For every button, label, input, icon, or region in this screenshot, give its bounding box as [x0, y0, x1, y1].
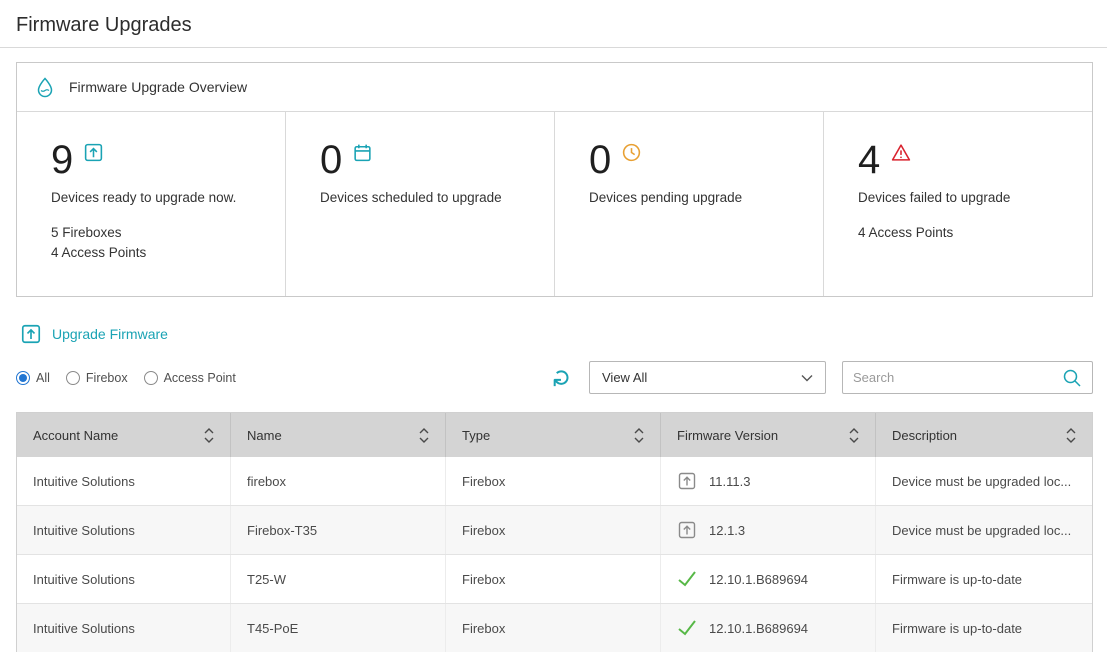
upload-icon — [20, 323, 42, 345]
cell-account-name: Intuitive Solutions — [17, 506, 231, 554]
stat-failed-value: 4 — [858, 140, 880, 180]
upload-icon — [83, 142, 104, 163]
cell-device-name: T45-PoE — [231, 604, 446, 652]
firmware-version-text: 12.10.1.B689694 — [709, 621, 808, 636]
sort-icon — [419, 428, 429, 443]
upload-icon — [677, 471, 697, 491]
warning-icon — [890, 142, 912, 163]
cell-firmware-version: 12.10.1.B689694 — [661, 604, 876, 652]
water-drop-icon — [35, 76, 55, 98]
device-type-filters: All Firebox Access Point — [16, 371, 236, 385]
radio-access-point-circle — [144, 371, 158, 385]
column-header-description[interactable]: Description — [876, 413, 1092, 457]
stat-ready-to-upgrade: 9 Devices ready to upgrade now. 5 Firebo… — [17, 112, 286, 296]
column-header-name[interactable]: Name — [231, 413, 446, 457]
stat-scheduled: 0 Devices scheduled to upgrade — [286, 112, 555, 296]
firmware-version-text: 12.10.1.B689694 — [709, 572, 808, 587]
firmware-version-text: 12.1.3 — [709, 523, 745, 538]
refresh-icon[interactable]: ↻ — [551, 367, 575, 387]
clock-icon — [621, 142, 642, 163]
stat-failed-label: Devices failed to upgrade — [858, 190, 1072, 205]
column-header-firmware-version[interactable]: Firmware Version — [661, 413, 876, 457]
cell-account-name: Intuitive Solutions — [17, 555, 231, 603]
cell-firmware-version: 11.11.3 — [661, 457, 876, 505]
cell-device-name: firebox — [231, 457, 446, 505]
stat-pending-value: 0 — [589, 140, 611, 180]
radio-all-circle — [16, 371, 30, 385]
cell-account-name: Intuitive Solutions — [17, 604, 231, 652]
table-body: Intuitive Solutions firebox Firebox 11.1… — [17, 457, 1092, 652]
cell-description: Firmware is up-to-date — [876, 555, 1092, 603]
sort-icon — [849, 428, 859, 443]
cell-description: Firmware is up-to-date — [876, 604, 1092, 652]
cell-type: Firebox — [446, 457, 661, 505]
table-header-row: Account Name Name Type Firmware Version — [17, 413, 1092, 457]
search-icon[interactable] — [1062, 368, 1082, 388]
cell-firmware-version: 12.10.1.B689694 — [661, 555, 876, 603]
sort-icon — [634, 428, 644, 443]
cell-description: Device must be upgraded loc... — [876, 506, 1092, 554]
radio-firebox-label: Firebox — [86, 371, 128, 385]
overview-card-header: Firmware Upgrade Overview — [17, 63, 1092, 112]
stat-scheduled-label: Devices scheduled to upgrade — [320, 190, 534, 205]
stat-ready-value: 9 — [51, 140, 73, 180]
stat-failed-detail-access-points: 4 Access Points — [858, 223, 1072, 243]
overview-card-title: Firmware Upgrade Overview — [69, 79, 247, 95]
cell-device-name: Firebox-T35 — [231, 506, 446, 554]
radio-all[interactable]: All — [16, 371, 50, 385]
table-row[interactable]: Intuitive Solutions firebox Firebox 11.1… — [17, 457, 1092, 505]
radio-firebox-circle — [66, 371, 80, 385]
column-header-type[interactable]: Type — [446, 413, 661, 457]
cell-type: Firebox — [446, 506, 661, 554]
description-text: Firmware is up-to-date — [892, 572, 1022, 587]
sort-icon — [1066, 428, 1076, 443]
stat-pending: 0 Devices pending upgrade — [555, 112, 824, 296]
page-header: Firmware Upgrades — [0, 0, 1107, 48]
stat-scheduled-value: 0 — [320, 140, 342, 180]
firmware-version-text: 11.11.3 — [709, 474, 750, 489]
cell-type: Firebox — [446, 555, 661, 603]
table-controls: ↻ View All — [553, 361, 1093, 394]
column-header-account-name[interactable]: Account Name — [17, 413, 231, 457]
search-input[interactable] — [853, 370, 1062, 385]
filter-toolbar: All Firebox Access Point ↻ View All — [16, 361, 1093, 394]
cell-device-name: T25-W — [231, 555, 446, 603]
sort-icon — [204, 428, 214, 443]
firmware-overview-card: Firmware Upgrade Overview 9 Devices read… — [16, 62, 1093, 297]
firmware-table: Account Name Name Type Firmware Version — [16, 412, 1093, 652]
view-filter-value: View All — [602, 370, 647, 385]
table-row[interactable]: Intuitive Solutions Firebox-T35 Firebox … — [17, 505, 1092, 554]
stat-pending-label: Devices pending upgrade — [589, 190, 803, 205]
upgrade-firmware-label: Upgrade Firmware — [52, 326, 168, 342]
overview-stats: 9 Devices ready to upgrade now. 5 Firebo… — [17, 112, 1092, 296]
radio-access-point[interactable]: Access Point — [144, 371, 236, 385]
description-text: Firmware is up-to-date — [892, 621, 1022, 636]
description-text: Device must be upgraded loc... — [892, 474, 1071, 489]
cell-firmware-version: 12.1.3 — [661, 506, 876, 554]
table-row[interactable]: Intuitive Solutions T25-W Firebox 12.10.… — [17, 554, 1092, 603]
radio-access-point-label: Access Point — [164, 371, 236, 385]
stat-ready-detail-access-points: 4 Access Points — [51, 243, 265, 263]
calendar-icon — [352, 142, 373, 163]
cell-type: Firebox — [446, 604, 661, 652]
upload-icon — [677, 520, 697, 540]
stat-ready-label: Devices ready to upgrade now. — [51, 190, 265, 205]
radio-all-label: All — [36, 371, 50, 385]
description-text: Device must be upgraded loc... — [892, 523, 1071, 538]
table-row[interactable]: Intuitive Solutions T45-PoE Firebox 12.1… — [17, 603, 1092, 652]
check-icon — [677, 619, 697, 637]
stat-failed: 4 Devices failed to upgrade 4 Access Poi… — [824, 112, 1092, 296]
chevron-down-icon — [801, 374, 813, 382]
stat-ready-detail-fireboxes: 5 Fireboxes — [51, 223, 265, 243]
radio-firebox[interactable]: Firebox — [66, 371, 128, 385]
check-icon — [677, 570, 697, 588]
cell-account-name: Intuitive Solutions — [17, 457, 231, 505]
page-title: Firmware Upgrades — [16, 14, 1107, 37]
view-filter-select[interactable]: View All — [589, 361, 826, 394]
cell-description: Device must be upgraded loc... — [876, 457, 1092, 505]
upgrade-firmware-button[interactable]: Upgrade Firmware — [20, 323, 1091, 345]
search-box — [842, 361, 1093, 394]
